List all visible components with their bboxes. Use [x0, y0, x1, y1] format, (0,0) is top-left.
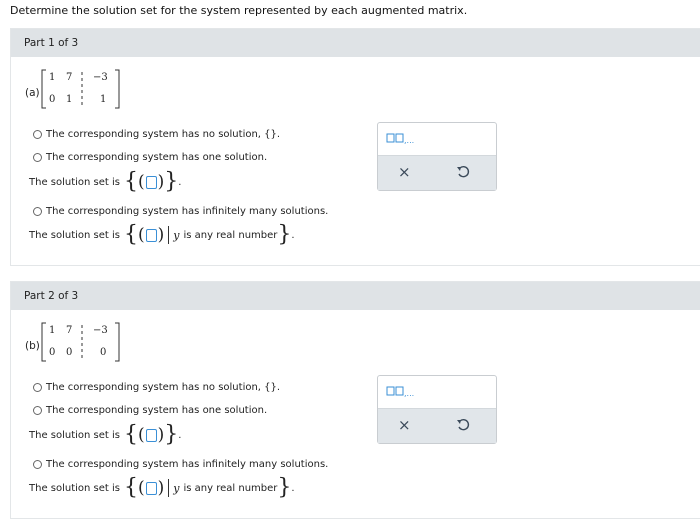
option-label: The corresponding system has one solutio… [46, 152, 268, 163]
close-paren: ) [157, 425, 165, 445]
period: . [178, 176, 182, 188]
instruction-text: Determine the solution set for the syste… [10, 4, 468, 17]
svg-text:,...: ,... [404, 136, 414, 145]
close-brace: } [277, 222, 292, 247]
palette-toolbar: × [378, 155, 496, 190]
part-2-card: Part 2 of 3 (b) 1 7 −3 0 0 0 The corresp… [10, 281, 700, 519]
matrix-cell: 0 [100, 347, 107, 358]
matrix-brackets [41, 69, 120, 109]
part-2-header: Part 2 of 3 [11, 282, 700, 310]
answer-input[interactable] [145, 481, 157, 495]
matrix-cell: 1 [49, 325, 56, 336]
ordered-pair-template-icon[interactable]: ,... [386, 131, 418, 145]
any-real-text: is any real number [183, 229, 278, 241]
ordered-pair-template-icon[interactable]: ,... [386, 384, 418, 398]
close-paren: ) [157, 172, 165, 192]
open-paren: ( [138, 478, 145, 498]
answer-input[interactable] [145, 428, 157, 442]
open-brace: { [124, 222, 139, 247]
one-solution-set: The solution set is {()}. [29, 422, 182, 447]
solution-prefix: The solution set is [29, 429, 121, 441]
option-infinite-solutions[interactable]: The corresponding system has infinitely … [33, 206, 328, 217]
close-paren: ) [157, 225, 165, 245]
period: . [291, 229, 295, 241]
option-no-solution[interactable]: The corresponding system has no solution… [33, 129, 280, 140]
free-variable: y [173, 481, 180, 495]
close-brace: } [164, 169, 179, 194]
answer-input[interactable] [145, 175, 157, 189]
infinite-solution-set: The solution set is {() y is any real numb… [29, 222, 295, 247]
matrix-cell: −3 [93, 325, 108, 336]
matrix-cell: 0 [49, 347, 56, 358]
matrix-brackets [41, 322, 120, 362]
option-label: The corresponding system has no solution… [46, 382, 281, 393]
option-one-solution[interactable]: The corresponding system has one solutio… [33, 405, 267, 416]
part-1-card: Part 1 of 3 (a) 1 7 −3 0 1 1 The corresp… [10, 28, 700, 266]
open-brace: { [124, 422, 139, 447]
open-paren: ( [138, 172, 145, 192]
close-paren: ) [157, 478, 165, 498]
free-variable: y [173, 228, 180, 242]
radio-button[interactable] [33, 130, 42, 139]
one-solution-set: The solution set is {()}. [29, 169, 182, 194]
option-infinite-solutions[interactable]: The corresponding system has infinitely … [33, 459, 328, 470]
such-that-bar [168, 226, 170, 244]
matrix-cell: −3 [93, 72, 108, 83]
option-label: The corresponding system has infinitely … [46, 206, 329, 217]
option-label: The corresponding system has one solutio… [46, 405, 268, 416]
math-input-palette: ,... × [377, 122, 497, 191]
option-label: The corresponding system has infinitely … [46, 459, 329, 470]
clear-button[interactable]: × [398, 163, 411, 181]
palette-toolbar: × [378, 408, 496, 443]
undo-icon[interactable] [456, 165, 470, 179]
matrix-cell: 0 [66, 347, 73, 358]
radio-button[interactable] [33, 383, 42, 392]
period: . [178, 429, 182, 441]
close-brace: } [164, 422, 179, 447]
radio-button[interactable] [33, 460, 42, 469]
matrix-cell: 0 [49, 94, 56, 105]
open-brace: { [124, 475, 139, 500]
augmented-matrix-a: (a) 1 7 −3 0 1 1 [11, 67, 151, 117]
svg-text:,...: ,... [404, 389, 414, 398]
matrix-cell: 7 [66, 325, 73, 336]
open-paren: ( [138, 225, 145, 245]
solution-prefix: The solution set is [29, 229, 121, 241]
solution-prefix: The solution set is [29, 482, 121, 494]
solution-prefix: The solution set is [29, 176, 121, 188]
clear-button[interactable]: × [398, 416, 411, 434]
matrix-cell: 7 [66, 72, 73, 83]
radio-button[interactable] [33, 153, 42, 162]
close-brace: } [277, 475, 292, 500]
radio-button[interactable] [33, 406, 42, 415]
answer-input[interactable] [145, 228, 157, 242]
matrix-cell: 1 [49, 72, 56, 83]
math-input-palette: ,... × [377, 375, 497, 444]
matrix-cell: 1 [66, 94, 73, 105]
option-no-solution[interactable]: The corresponding system has no solution… [33, 382, 280, 393]
option-label: The corresponding system has no solution… [46, 129, 281, 140]
period: . [291, 482, 295, 494]
infinite-solution-set: The solution set is {() y is any real numb… [29, 475, 295, 500]
such-that-bar [168, 479, 170, 497]
undo-icon[interactable] [456, 418, 470, 432]
part-1-header: Part 1 of 3 [11, 29, 700, 57]
open-brace: { [124, 169, 139, 194]
option-one-solution[interactable]: The corresponding system has one solutio… [33, 152, 267, 163]
augmented-matrix-b: (b) 1 7 −3 0 0 0 [11, 320, 151, 370]
matrix-cell: 1 [100, 94, 107, 105]
any-real-text: is any real number [183, 482, 278, 494]
radio-button[interactable] [33, 207, 42, 216]
open-paren: ( [138, 425, 145, 445]
